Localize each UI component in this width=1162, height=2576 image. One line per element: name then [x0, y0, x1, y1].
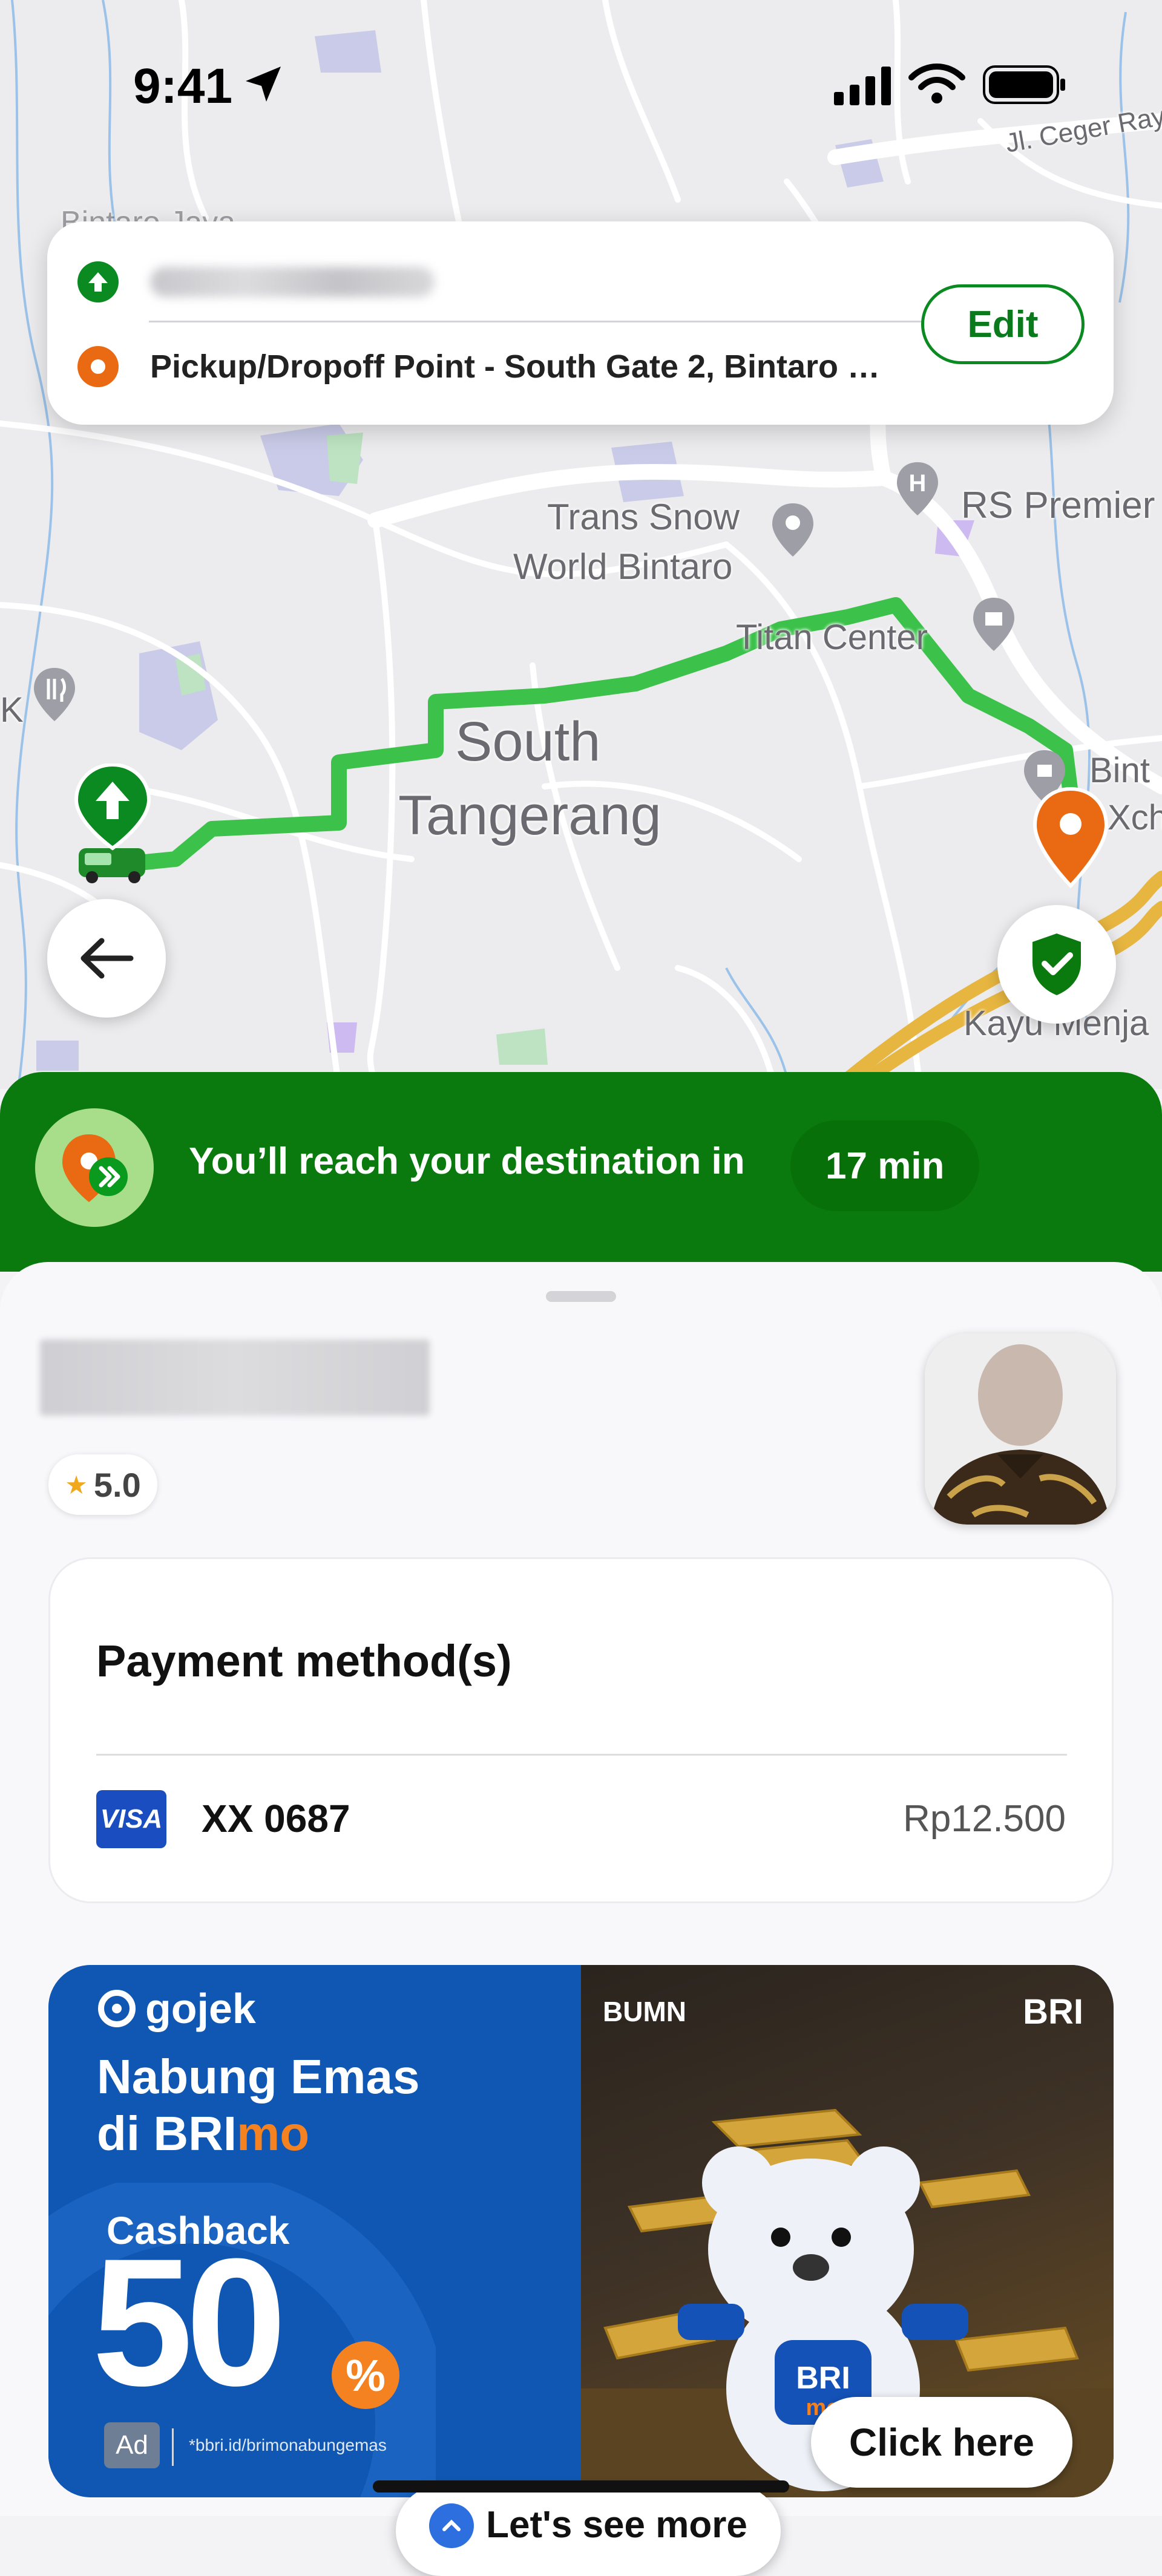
- driver-name-redacted: [40, 1339, 430, 1416]
- home-indicator[interactable]: [373, 2480, 789, 2493]
- promo-percent-badge: %: [332, 2341, 399, 2409]
- destination-pin-icon: [1032, 786, 1109, 889]
- destination-arrive-icon: [35, 1108, 154, 1227]
- gojek-logo: gojek: [97, 1984, 256, 2033]
- trans-snow-label-2: World Bintaro: [513, 546, 733, 587]
- map-view[interactable]: Jl. Ceger Ray Bintaro Jaya Trans Snow Wo…: [0, 0, 1162, 1089]
- gojek-wordmark: gojek: [145, 1985, 256, 2032]
- promo-headline: Nabung Emas di BRImo: [97, 2048, 557, 2163]
- location-arrow-icon: [246, 67, 281, 102]
- driver-rating-value: 5.0: [93, 1465, 141, 1504]
- map-canvas: [0, 0, 1162, 1089]
- payment-card[interactable]: Payment method(s) VISA XX 0687 Rp12.500: [48, 1557, 1114, 1903]
- signal-icon: [834, 67, 891, 105]
- payment-divider: [96, 1754, 1067, 1756]
- restaurant-pin-icon[interactable]: [30, 665, 79, 724]
- trans-snow-label: Trans Snow: [547, 497, 740, 537]
- route-card: Pickup/Dropoff Point - South Gate 2, Bin…: [47, 221, 1114, 425]
- svg-text:H: H: [909, 470, 927, 497]
- dropoff-row[interactable]: Pickup/Dropoff Point - South Gate 2, Bin…: [77, 346, 894, 387]
- driver-rating-badge: ★ 5.0: [48, 1454, 157, 1515]
- pickup-arrow-icon: [77, 261, 119, 302]
- dropoff-address: Pickup/Dropoff Point - South Gate 2, Bin…: [150, 348, 894, 385]
- chevron-up-icon: [429, 2503, 474, 2548]
- promo-cashback-value: 50: [92, 2220, 287, 2424]
- see-more-button[interactable]: Let's see more: [396, 2485, 781, 2576]
- card-number: XX 0687: [202, 1797, 350, 1840]
- ad-separator: [172, 2428, 174, 2466]
- status-bar: 9:41: [0, 0, 1162, 114]
- pickup-address-redacted: [150, 267, 435, 297]
- eta-banner: You’ll reach your destination in 17 min: [0, 1072, 1162, 1272]
- visa-card-icon: VISA: [96, 1790, 166, 1848]
- bint-label: Bint: [1089, 751, 1150, 790]
- payment-title: Payment method(s): [96, 1636, 512, 1686]
- driver-avatar[interactable]: [925, 1333, 1116, 1525]
- promo-headline-line1: Nabung Emas: [97, 2050, 420, 2104]
- eta-message: You’ll reach your destination in: [189, 1140, 745, 1182]
- promo-click-here-button[interactable]: Click here: [811, 2397, 1072, 2488]
- eta-minutes: 17 min: [790, 1120, 980, 1211]
- k-label: K: [0, 690, 24, 730]
- back-button[interactable]: [47, 899, 166, 1018]
- hospital-pin-icon[interactable]: H: [893, 460, 942, 518]
- pickup-row[interactable]: [77, 261, 435, 302]
- xch-label: Xch: [1108, 798, 1162, 837]
- promo-headline-line2: di BRImo: [97, 2105, 557, 2162]
- promo-right-panel: BUMN BRI BRI mo Click here: [581, 1965, 1114, 2497]
- route-divider: [149, 321, 938, 322]
- back-arrow-icon: [80, 938, 134, 979]
- bottom-sheet[interactable]: ★ 5.0 Payment method(s) VISA XX 0687 Rp1…: [0, 1262, 1162, 2576]
- fare-amount: Rp12.500: [903, 1798, 1066, 1840]
- status-time: 9:41: [133, 59, 233, 114]
- area-label-tangerang: Tangerang: [398, 785, 661, 846]
- promo-left-panel: gojek Nabung Emas di BRImo Cashback 50 %…: [48, 1965, 581, 2497]
- safety-button[interactable]: [997, 905, 1116, 1024]
- promo-banner[interactable]: gojek Nabung Emas di BRImo Cashback 50 %…: [48, 1965, 1114, 2497]
- rs-premier-label: RS Premier: [961, 485, 1155, 526]
- see-more-label: Let's see more: [486, 2504, 747, 2546]
- sheet-grabber[interactable]: [546, 1291, 616, 1302]
- promo-headline-mo: mo: [237, 2107, 310, 2161]
- promo-headline-bri: di BRI: [97, 2107, 237, 2161]
- svg-text:BRI: BRI: [796, 2361, 850, 2396]
- star-icon: ★: [65, 1470, 88, 1499]
- bumn-logo: BUMN: [603, 1996, 686, 2027]
- ad-url: *bbri.id/brimonabungemas: [189, 2436, 387, 2454]
- bri-logo: BRI: [1023, 1992, 1083, 2032]
- titan-center-label: Titan Center: [736, 618, 928, 657]
- poi-pin-icon[interactable]: [769, 501, 817, 559]
- dropoff-dot-icon: [77, 346, 119, 387]
- wifi-icon: [908, 64, 965, 103]
- edit-route-button[interactable]: Edit: [921, 284, 1085, 364]
- gojek-logo-icon: [98, 1990, 136, 2027]
- shield-check-icon: [1032, 933, 1081, 995]
- driver-location-icon: [74, 763, 151, 883]
- ad-tag: Ad: [104, 2422, 160, 2468]
- battery-icon: [983, 65, 1065, 104]
- landmark-pin-icon[interactable]: [970, 595, 1018, 653]
- area-label-south: South: [455, 711, 601, 773]
